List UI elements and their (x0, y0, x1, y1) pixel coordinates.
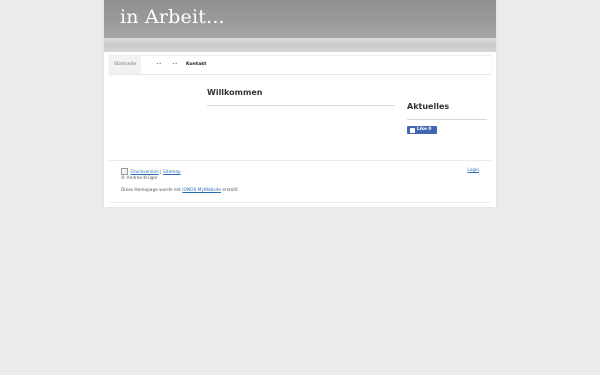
sidebar-divider (407, 119, 487, 120)
login-link[interactable]: Login (467, 168, 479, 173)
built-prefix: Diese Homepage wurde mit (121, 188, 181, 193)
nav-item-2[interactable]: •• (156, 56, 161, 74)
built-suffix: erstellt. (222, 188, 239, 193)
site-header: in Arbeit... (104, 0, 496, 38)
sidebar-title: Aktuelles (407, 102, 450, 111)
like-label: Like 0 (417, 127, 432, 132)
sitemap-link[interactable]: Sitemap (163, 170, 181, 175)
thumbs-up-icon (410, 127, 415, 133)
nav-item-3[interactable]: •• (172, 56, 177, 74)
main-navigation: Startseite •• •• Kontakt (109, 55, 491, 74)
page-container: in Arbeit... Startseite •• •• Kontakt Wi… (104, 0, 496, 207)
print-version-link[interactable]: Druckversion (130, 170, 158, 175)
content-area: Willkommen Aktuelles Like 0 (109, 75, 491, 161)
title-divider (207, 105, 395, 106)
footer-separator: | (160, 170, 162, 175)
nav-item-startseite[interactable]: Startseite (109, 56, 142, 74)
ionos-link[interactable]: IONOS MyWebsite (182, 188, 221, 193)
header-stripe (104, 38, 496, 52)
site-footer: Druckversion | Sitemap © Andrea Krüger D… (104, 162, 496, 207)
copyright-text: © Andrea Krüger (121, 176, 158, 181)
footer-links: Druckversion | Sitemap (121, 168, 181, 175)
built-with-text: Diese Homepage wurde mit IONOS MyWebsite… (121, 188, 239, 193)
footer-divider (109, 202, 491, 203)
page-title: Willkommen (207, 88, 263, 97)
site-title[interactable]: in Arbeit... (120, 6, 225, 28)
print-icon (121, 168, 128, 175)
nav-item-kontakt[interactable]: Kontakt (186, 56, 206, 74)
facebook-like-button[interactable]: Like 0 (407, 126, 437, 134)
